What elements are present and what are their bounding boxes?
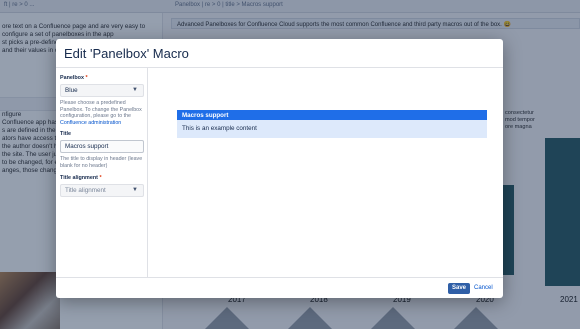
required-marker: * (85, 75, 88, 81)
dialog-footer: Save Cancel (56, 278, 503, 298)
dialog-body: Panelbox * Blue ▼ Please choose a predef… (56, 67, 503, 278)
panelbox-help: Please choose a predefined Panelbox. To … (60, 100, 142, 120)
chevron-down-icon: ▼ (132, 186, 138, 193)
title-input[interactable] (60, 140, 144, 154)
macro-preview-area: Macros support This is an example conten… (149, 68, 503, 277)
edit-macro-dialog: Edit 'Panelbox' Macro Panelbox * Blue ▼ … (56, 39, 503, 298)
required-marker: * (99, 174, 102, 181)
panelbox-preview: Macros support This is an example conten… (177, 110, 487, 138)
panelbox-preview-header: Macros support (177, 110, 487, 120)
title-help-text: The title to display in header (leave bl… (60, 156, 143, 169)
title-label: Title (60, 131, 71, 138)
title-alignment-label-text: Title alignment (60, 174, 98, 181)
panelbox-label-text: Panelbox (60, 75, 84, 81)
panelbox-label: Panelbox * (60, 75, 143, 82)
title-alignment-select[interactable]: Title alignment ▼ (60, 183, 144, 197)
chevron-down-icon: ▼ (132, 87, 138, 93)
title-alignment-label: Title alignment * (60, 175, 143, 182)
cancel-button[interactable]: Cancel (474, 283, 493, 294)
confluence-administration-link[interactable]: Confluence administration (60, 120, 121, 126)
title-alignment-placeholder: Title alignment (65, 186, 106, 194)
panelbox-select[interactable]: Blue ▼ (60, 84, 144, 97)
save-button[interactable]: Save (448, 283, 470, 294)
dialog-title: Edit 'Panelbox' Macro (64, 46, 189, 61)
macro-settings-sidebar: Panelbox * Blue ▼ Please choose a predef… (56, 68, 148, 277)
panelbox-preview-content: This is an example content (177, 120, 487, 138)
panelbox-select-value: Blue (65, 87, 78, 94)
panelbox-help-text: Please choose a predefined Panelbox. To … (60, 100, 143, 126)
